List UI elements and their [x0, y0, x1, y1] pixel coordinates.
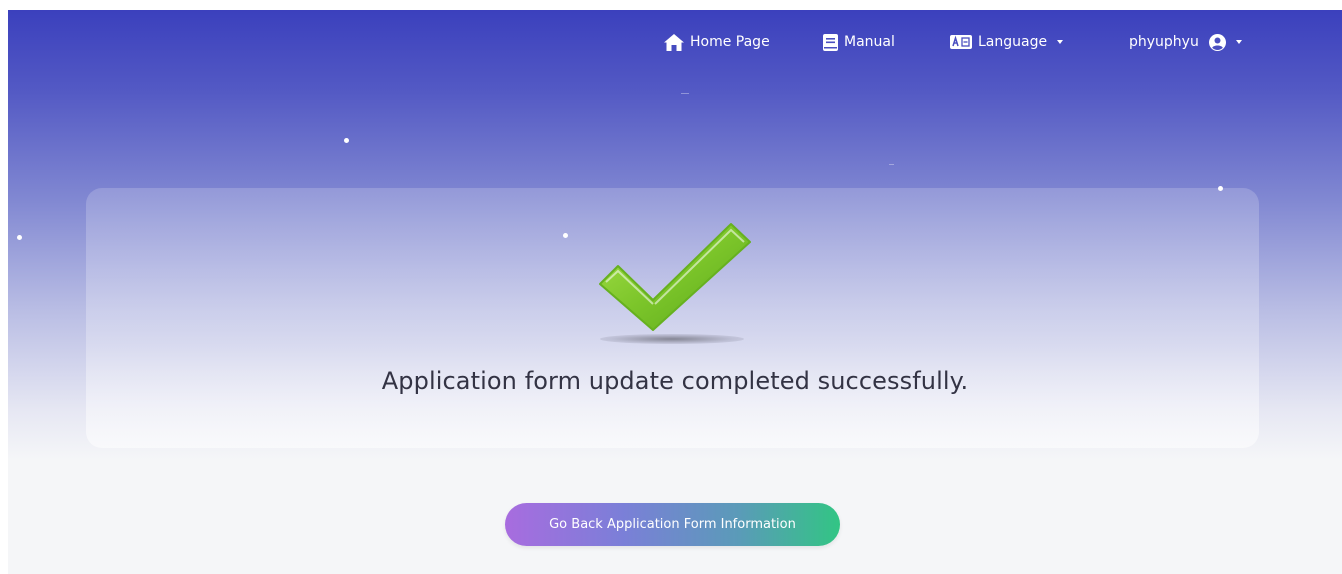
nav-user-dropdown[interactable]: phyuphyu — [1129, 32, 1242, 52]
nav-user-label: phyuphyu — [1129, 34, 1199, 50]
user-circle-icon — [1208, 33, 1226, 51]
check-shadow — [600, 334, 744, 344]
nav-home-link[interactable]: Home Page — [664, 32, 770, 52]
particle — [344, 138, 349, 143]
go-back-button[interactable]: Go Back Application Form Information — [505, 503, 840, 546]
nav-manual-link[interactable]: Manual — [823, 32, 895, 52]
chevron-down-icon — [1057, 40, 1064, 44]
chevron-down-icon — [1235, 40, 1242, 44]
particle — [889, 164, 894, 165]
page: Home Page Manual Language phyuphyu Appli… — [8, 10, 1342, 574]
top-navbar: Home Page Manual Language phyuphyu — [8, 10, 1342, 74]
nav-language-dropdown[interactable]: Language — [950, 32, 1064, 52]
particle — [681, 93, 689, 94]
nav-home-label: Home Page — [690, 34, 770, 50]
book-icon — [823, 33, 838, 51]
nav-manual-label: Manual — [844, 34, 895, 50]
language-icon — [950, 35, 972, 49]
home-icon — [664, 33, 684, 51]
particle — [17, 235, 22, 240]
nav-language-label: Language — [978, 34, 1048, 50]
success-message: Application form update completed succes… — [381, 367, 969, 395]
check-icon — [598, 222, 758, 337]
